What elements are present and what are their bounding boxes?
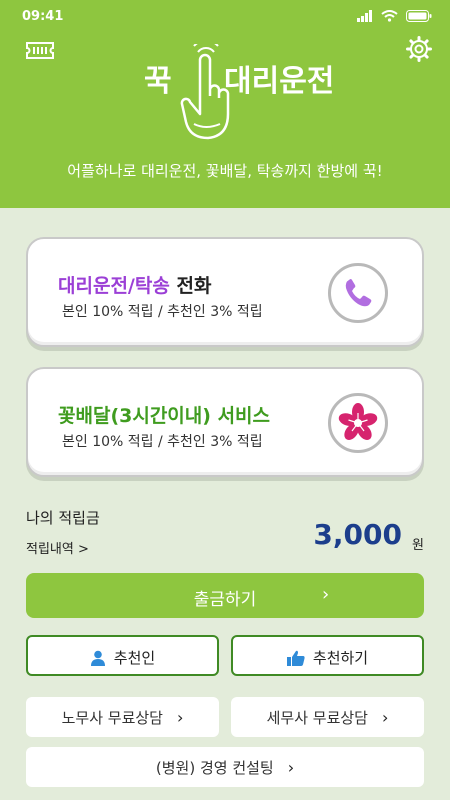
phone-icon — [345, 279, 372, 307]
points-label: 나의 적립금 — [26, 509, 100, 527]
points-value: 3,000 — [313, 518, 402, 551]
thumbs-up-icon — [286, 650, 305, 666]
tax-consult-label: 세무사 무료상담 — [266, 709, 368, 727]
battery-icon — [406, 10, 432, 22]
business-consulting-label: (병원) 경영 컨설팅 — [155, 759, 274, 777]
chevron-right-icon: › — [322, 584, 330, 605]
wifi-icon — [381, 10, 398, 22]
business-consulting-button[interactable]: (병원) 경영 컨설팅 › — [26, 747, 424, 787]
title-driver: 대리운전 — [58, 275, 128, 297]
recommend-label: 추천하기 — [312, 649, 369, 667]
referrer-button[interactable]: 추천인 — [26, 635, 219, 676]
flower-delivery-subtitle: 본인 10% 적립 / 추천인 3% 적립 — [62, 434, 263, 450]
chevron-right-icon: › — [287, 758, 295, 777]
title-call: 전화 — [169, 275, 212, 297]
withdraw-button[interactable]: 출금하기 › — [26, 573, 424, 618]
person-icon — [90, 650, 105, 666]
header: 09:41 꾹 대리운전 어플하나로 대리운전, 꽃배달, 탁송까지 한방에 꾹… — [0, 0, 450, 208]
flower-icon — [338, 403, 378, 440]
recommend-button[interactable]: 추천하기 — [231, 635, 424, 676]
slogan: 어플하나로 대리운전, 꽃배달, 탁송까지 한방에 꾹! — [67, 162, 383, 180]
driver-call-title: 대리운전/탁송 전화 — [58, 271, 211, 298]
chevron-right-icon: › — [381, 708, 389, 727]
driver-call-card[interactable]: 대리운전/탁송 전화 본인 10% 적립 / 추천인 3% 적립 — [26, 237, 424, 347]
chevron-right-icon: › — [176, 708, 184, 727]
flower-delivery-title: 꽃배달(3시간이내) 서비스 — [58, 405, 271, 427]
status-icons — [357, 10, 432, 22]
title-transport: 탁송 — [134, 275, 170, 297]
phone-icon-circle — [328, 263, 388, 323]
flower-icon-circle — [328, 393, 388, 453]
driver-call-subtitle: 본인 10% 적립 / 추천인 3% 적립 — [62, 304, 263, 320]
withdraw-label: 출금하기 — [193, 590, 257, 610]
gear-icon[interactable] — [406, 36, 432, 62]
status-bar: 09:41 — [0, 0, 450, 34]
title-sep: / — [127, 275, 135, 297]
app-title-right: 대리운전 — [224, 64, 335, 99]
app-title-left: 꾹 — [144, 64, 172, 99]
labor-consult-button[interactable]: 노무사 무료상담 › — [26, 697, 219, 737]
status-time: 09:41 — [22, 9, 64, 24]
labor-consult-label: 노무사 무료상담 — [61, 709, 163, 727]
tax-consult-button[interactable]: 세무사 무료상담 › — [231, 697, 424, 737]
points-history-link[interactable]: 적립내역 > — [26, 538, 89, 557]
flower-delivery-card[interactable]: 꽃배달(3시간이내) 서비스 본인 10% 적립 / 추천인 3% 적립 — [26, 367, 424, 477]
signal-icon — [357, 10, 372, 22]
points-unit: 원 — [412, 538, 424, 553]
referrer-label: 추천인 — [113, 649, 156, 667]
ticket-icon[interactable] — [26, 42, 54, 59]
